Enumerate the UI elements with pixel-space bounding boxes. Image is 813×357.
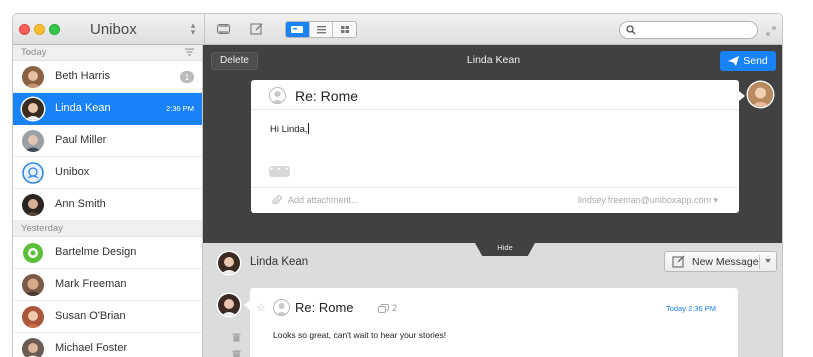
refresh-icon[interactable] (216, 22, 231, 41)
compose-icon (672, 255, 685, 268)
bartelme-logo-icon (22, 242, 44, 264)
conversation-view-button[interactable] (286, 22, 310, 37)
person-icon (273, 299, 290, 316)
unread-badge: 1 (180, 71, 194, 83)
contact-row-paul-miller[interactable]: Paul Miller (13, 125, 202, 157)
filter-icon[interactable] (185, 48, 194, 56)
app-title: Unibox (90, 21, 137, 38)
compose-footer: Add attachment... lindsey.freeman@unibox… (251, 187, 739, 213)
search-icon (626, 25, 636, 35)
thread-count: 2 (378, 303, 397, 313)
contact-row-mark-freeman[interactable]: Mark Freeman (13, 269, 202, 301)
contact-name: Paul Miller (55, 134, 107, 146)
hide-compose-tab[interactable]: Hide (475, 243, 535, 256)
contact-row-beth-harris[interactable]: Beth Harris 1 (13, 61, 202, 93)
contact-row-michael-foster[interactable]: Michael Foster (13, 333, 202, 357)
conversation-sidebar: Today Beth Harris 1 Linda Kean 2:36 PM P… (13, 45, 203, 357)
avatar (22, 306, 44, 328)
section-header-label: Yesterday (21, 223, 63, 234)
button-divider (759, 255, 760, 269)
thread-count-value: 2 (392, 303, 398, 313)
account-switcher-arrows-icon[interactable]: ▴ ▾ (189, 21, 197, 37)
unibox-logo-icon (22, 162, 44, 184)
avatar (22, 66, 44, 88)
from-address: lindsey.freeman@uniboxapp.com (577, 195, 711, 205)
trash-icon[interactable] (232, 332, 241, 342)
contact-name: Ann Smith (55, 198, 106, 210)
fullscreen-icon[interactable] (766, 23, 776, 41)
conversation-icon (378, 303, 389, 313)
message-subject: Re: Rome (295, 300, 354, 315)
contact-name: Bartelme Design (55, 246, 137, 258)
add-attachment-link[interactable]: Add attachment... (288, 195, 359, 205)
compose-body-text: Hi Linda, (270, 124, 308, 135)
contact-row-linda-kean[interactable]: Linda Kean 2:36 PM (13, 93, 202, 125)
avatar (22, 274, 44, 296)
compose-header: Re: Rome (251, 80, 739, 110)
thread-contact-avatar (218, 252, 240, 274)
from-address-selector[interactable]: lindsey.freeman@uniboxapp.com ▾ (578, 195, 718, 206)
list-view-button[interactable] (310, 22, 334, 37)
contact-name: Beth Harris (55, 70, 111, 82)
show-quoted-text-button[interactable]: • • • (269, 165, 290, 177)
contact-row-ann-smith[interactable]: Ann Smith (13, 189, 202, 221)
contact-time: 2:36 PM (166, 104, 194, 113)
section-header-yesterday: Yesterday (13, 221, 202, 237)
view-mode-control (285, 21, 357, 38)
compose-subject[interactable]: Re: Rome (295, 88, 358, 104)
avatar (22, 130, 44, 152)
contact-row-bartelme-design[interactable]: Bartelme Design (13, 237, 202, 269)
chevron-down-icon: ▾ (713, 195, 718, 205)
list-view-icon (316, 26, 326, 34)
thread-panel: Linda Kean New Message ☆ Re: Rome 2 Toda… (203, 243, 782, 357)
contact-row-unibox[interactable]: Unibox (13, 157, 202, 189)
paper-plane-icon (728, 56, 740, 66)
message-body: Looks so great, can't wait to hear your … (273, 330, 447, 340)
toolbar: Unibox ▴ ▾ (13, 14, 782, 45)
section-header-today: Today (13, 45, 202, 61)
message-date: Today 2:36 PM (665, 304, 716, 313)
compose-title: Linda Kean (466, 54, 521, 66)
star-icon[interactable]: ☆ (256, 301, 266, 314)
section-header-label: Today (21, 47, 47, 58)
compose-card: Re: Rome Hi Linda, • • • Add attachment.… (251, 80, 745, 213)
close-window-button[interactable] (19, 24, 30, 35)
avatar (22, 338, 44, 357)
send-button[interactable]: Send (720, 51, 776, 71)
contact-name: Mark Freeman (55, 278, 127, 290)
contact-row-susan-obrian[interactable]: Susan O'Brian (13, 301, 202, 333)
compose-body[interactable]: Hi Linda, (270, 123, 309, 135)
avatar (22, 194, 44, 216)
new-message-button[interactable]: New Message (664, 251, 777, 272)
archive-icon[interactable] (232, 350, 241, 357)
grid-view-button[interactable] (333, 22, 356, 37)
contact-name: Linda Kean (55, 102, 111, 114)
new-message-label: New Message (692, 255, 759, 268)
search-input[interactable] (640, 23, 750, 37)
compose-icon[interactable] (250, 22, 264, 41)
search-box (619, 21, 758, 39)
minimize-window-button[interactable] (34, 24, 45, 35)
contact-name: Susan O'Brian (55, 310, 126, 322)
message-card[interactable]: ☆ Re: Rome 2 Today 2:36 PM Looks so grea… (244, 288, 738, 357)
message-sender-avatar (218, 294, 240, 316)
paperclip-icon[interactable] (271, 195, 282, 206)
thread-contact-name: Linda Kean (250, 256, 309, 268)
conversation-view-icon (291, 26, 304, 33)
sender-avatar (748, 82, 773, 107)
text-cursor (307, 123, 309, 134)
compose-panel: Delete Linda Kean Send Re: Rome Hi Linda… (203, 45, 782, 243)
contact-name: Unibox (55, 166, 90, 178)
send-label: Send (743, 55, 768, 67)
person-icon (269, 87, 286, 104)
avatar (22, 98, 44, 120)
contact-name: Michael Foster (55, 342, 128, 354)
zoom-window-button[interactable] (49, 24, 60, 35)
chevron-down-icon[interactable] (764, 258, 772, 264)
toolbar-divider (204, 14, 205, 45)
grid-view-icon (340, 26, 349, 33)
app-window: Unibox ▴ ▾ Today Beth Harris 1 Linda Kea… (12, 13, 783, 357)
